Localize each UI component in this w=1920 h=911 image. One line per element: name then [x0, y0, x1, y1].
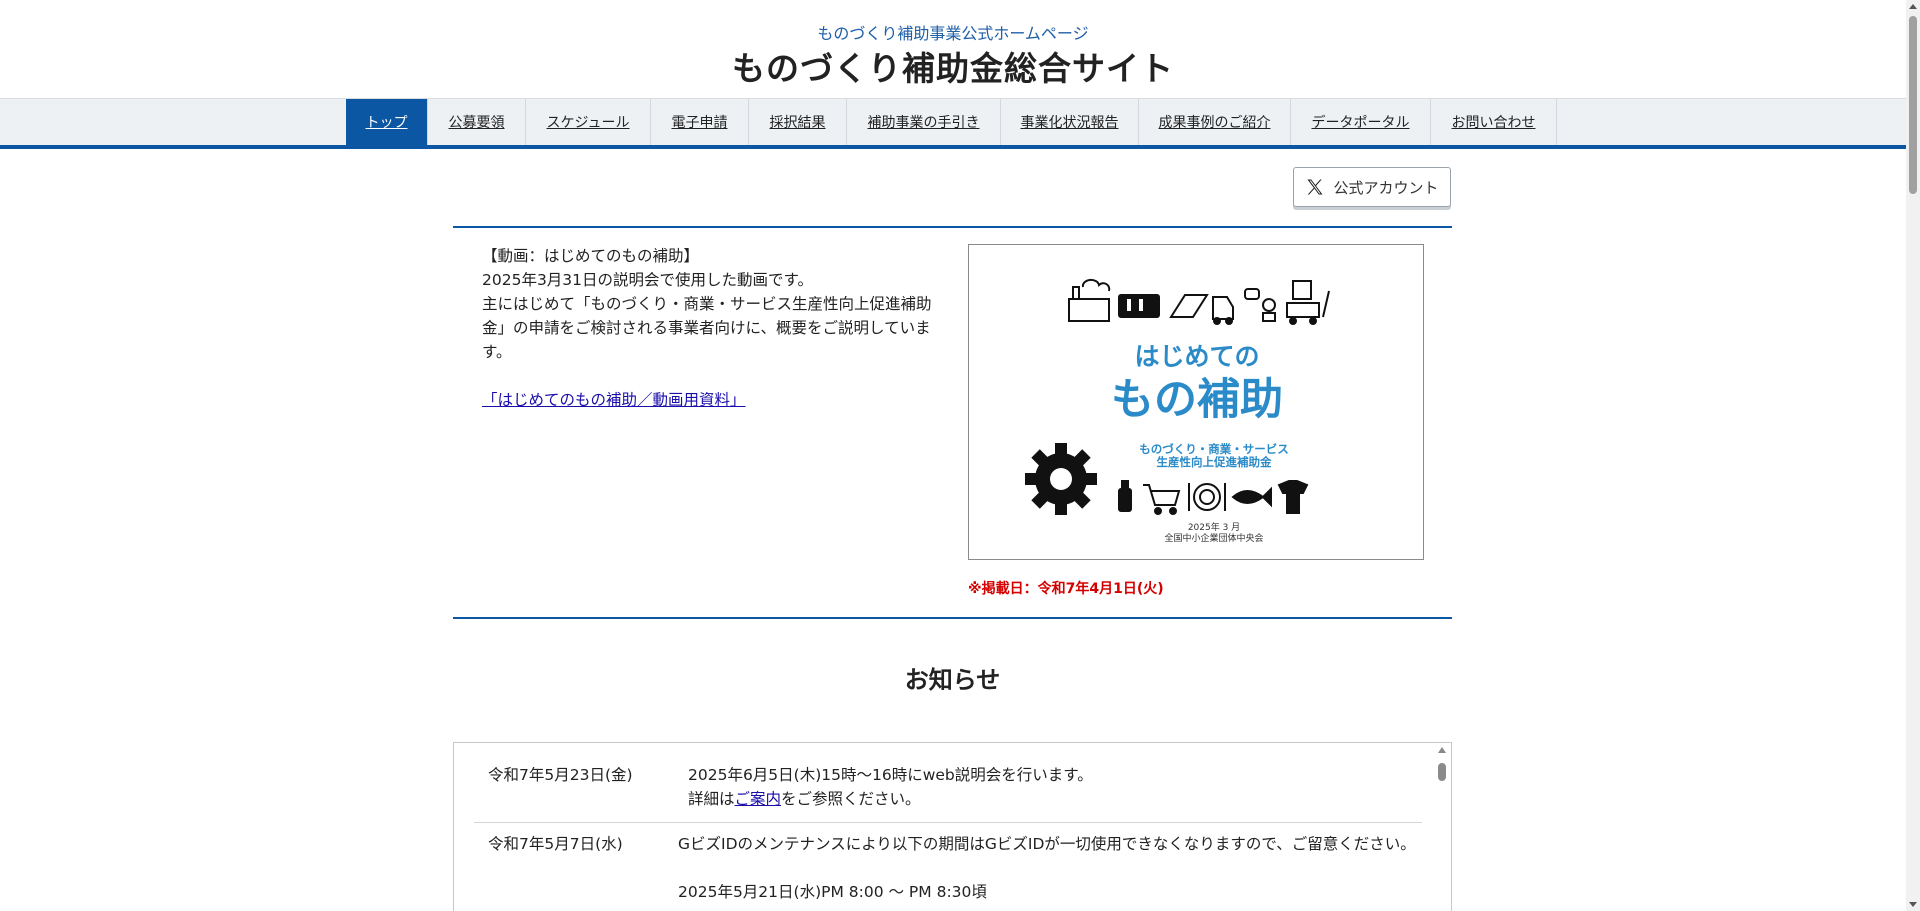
nav-item-top[interactable]: トップ [346, 99, 428, 145]
page-scrollbar-thumb[interactable] [1909, 16, 1917, 194]
news-text: 詳細はご案内をご参照ください。 [688, 787, 1418, 811]
news-list[interactable]: 令和7年5月23日(金) 2025年6月5日(木)15時～16時にweb説明会を… [453, 742, 1452, 911]
news-body: 2025年6月5日(木)15時～16時にweb説明会を行います。 詳細はご案内を… [688, 763, 1418, 811]
thumbnail-organization: 全国中小企業団体中央会 [1164, 534, 1264, 544]
industry-icons [1068, 278, 1330, 325]
video-line-2: 主にはじめて「ものづくり・商業・サービス生産性向上促進補助金」の申請をご検討され… [482, 295, 932, 361]
service-icons [1118, 480, 1309, 515]
gear-icon [1025, 443, 1097, 515]
news-date: 令和7年5月7日(水) [488, 835, 623, 853]
nav-item-handbook[interactable]: 補助事業の手引き [847, 99, 1001, 145]
nav-list: トップ 公募要領 スケジュール 電子申請 採択結果 補助事業の手引き 事業化状況… [346, 99, 1557, 145]
video-line-1: 2025年3月31日の説明会で使用した動画です。 [482, 271, 813, 289]
thumbnail-title-large: もの補助 [1111, 375, 1283, 425]
news-divider [474, 822, 1422, 823]
section-divider [453, 617, 1452, 619]
scroll-down-icon[interactable] [1909, 902, 1917, 907]
section-divider [453, 226, 1452, 228]
nav-item-progress-report[interactable]: 事業化状況報告 [1001, 99, 1139, 145]
news-scrollbar[interactable] [1436, 745, 1448, 911]
news-text: GビズIDのメンテナンスにより以下の期間はGビズIDが一切使用できなくなりますの… [678, 835, 1416, 853]
x-logo-icon [1307, 179, 1323, 195]
main-nav: トップ 公募要領 スケジュール 電子申請 採択結果 補助事業の手引き 事業化状況… [0, 98, 1906, 149]
site-title[interactable]: ものづくり補助金総合サイト [0, 42, 1906, 90]
news-date: 令和7年5月23日(金) [488, 766, 633, 784]
posted-date: ※掲載日：令和7年4月1日(火) [968, 581, 1164, 597]
video-description: 【動画：はじめてのもの補助】 2025年3月31日の説明会で使用した動画です。 … [482, 244, 932, 412]
news-heading: お知らせ [904, 666, 1001, 694]
nav-item-guidelines[interactable]: 公募要領 [428, 99, 526, 145]
nav-item-data-portal[interactable]: データポータル [1291, 99, 1431, 145]
news-text-pre: 詳細は [688, 790, 735, 808]
x-account-label: 公式アカウント [1333, 178, 1439, 197]
scroll-up-icon[interactable] [1438, 747, 1446, 753]
site-header: ものづくり補助事業公式ホームページ ものづくり補助金総合サイト [0, 0, 1920, 98]
x-account-button[interactable]: 公式アカウント [1293, 167, 1451, 207]
nav-item-results[interactable]: 採択結果 [749, 99, 847, 145]
guide-link[interactable]: ご案内 [735, 790, 782, 808]
news-text: 2025年6月5日(木)15時～16時にweb説明会を行います。 [688, 766, 1093, 784]
news-scrollbar-thumb[interactable] [1438, 763, 1446, 781]
video-thumbnail[interactable]: はじめての もの補助 ものづくり・商業・サービス 生産性向上促進補助金 2025… [968, 244, 1424, 560]
video-materials-link[interactable]: 「はじめてのもの補助／動画用資料」 [482, 388, 746, 412]
thumbnail-subtitle-2: 生産性向上促進補助金 [1156, 455, 1272, 469]
news-text-post: をご参照ください。 [781, 790, 921, 808]
nav-item-e-application[interactable]: 電子申請 [651, 99, 749, 145]
site-subtitle: ものづくり補助事業公式ホームページ [817, 24, 1089, 43]
nav-item-case-studies[interactable]: 成果事例のご紹介 [1139, 99, 1291, 145]
news-text: 2025年5月21日(水)PM 8:00 ～ PM 8:30頃 [678, 883, 987, 901]
nav-item-schedule[interactable]: スケジュール [526, 99, 651, 145]
scroll-up-icon[interactable] [1909, 4, 1917, 9]
page-scrollbar[interactable] [1906, 0, 1920, 911]
news-body: GビズIDのメンテナンスにより以下の期間はGビズIDが一切使用できなくなりますの… [678, 832, 1418, 904]
video-heading: 【動画：はじめてのもの補助】 [482, 247, 700, 265]
nav-item-contact[interactable]: お問い合わせ [1431, 99, 1557, 145]
